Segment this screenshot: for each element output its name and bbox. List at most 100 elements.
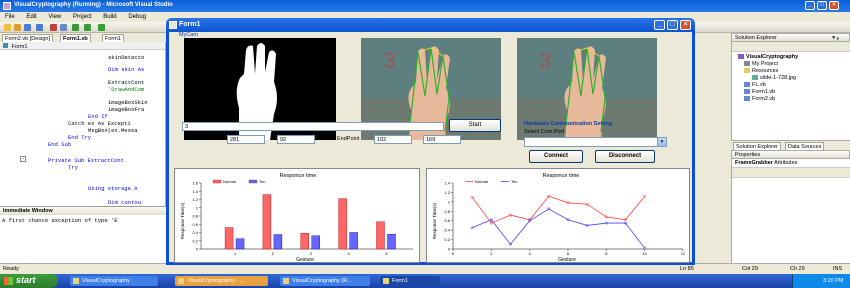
tree-item-form1[interactable]: Form1.vb [744, 89, 775, 95]
collapse-icon[interactable]: - [20, 156, 26, 162]
form-file-icon [744, 96, 750, 102]
save-icon[interactable] [24, 24, 31, 31]
hardware-settings-title: Hardware Communication Setting [524, 121, 613, 127]
menu-debug[interactable]: Debug [123, 12, 151, 20]
tree-item-my-project[interactable]: My Project [744, 61, 778, 67]
end-y-field[interactable]: 169 [423, 135, 461, 144]
code-class-dropdown[interactable]: Form1 [0, 42, 165, 50]
tree-item-image[interactable]: slide-1-728.jpg [752, 75, 796, 81]
maximize-icon[interactable]: □ [667, 20, 678, 30]
end-point-label: EndPoint [337, 136, 360, 142]
minimize-icon[interactable]: _ [805, 1, 815, 10]
bar [273, 234, 283, 250]
new-project-icon[interactable] [4, 24, 11, 31]
x-tick-label: 2 [272, 251, 275, 256]
menu-build[interactable]: Build [98, 12, 121, 20]
y-tick-label: 1.2 [192, 197, 198, 202]
code-line: Private Sub ExtractCont [48, 157, 124, 164]
windows-logo-icon [4, 277, 13, 285]
properties-icon [744, 61, 750, 67]
code-line: ExtractCont [108, 79, 145, 86]
code-line: End Sub [48, 141, 72, 148]
menu-file[interactable]: File [0, 12, 20, 20]
y-tick-label: 1 [196, 205, 199, 210]
immediate-window[interactable]: A first chance exception of type 'E [0, 215, 166, 263]
tree-item-form2[interactable]: Form2.vb [744, 96, 775, 102]
tab-form2-design[interactable]: Form2.vb [Design] [2, 34, 53, 42]
y-tick-label: 0.2 [192, 238, 198, 243]
project-icon [738, 54, 744, 60]
redo-icon[interactable] [84, 24, 91, 31]
taskbar-button[interactable]: VisualCryptography - ... [175, 276, 268, 286]
undo-icon[interactable] [72, 24, 79, 31]
connect-button[interactable]: Connect [529, 150, 583, 163]
tab-form1-vb[interactable]: Form1.vb [60, 34, 91, 42]
start-button[interactable]: Start [449, 119, 501, 132]
com-port-select[interactable]: ▼ [524, 137, 667, 147]
form1-window: Form1 _ □ × MyCam 3 3 3 Start StartPoint… [166, 18, 695, 265]
y-axis-label: Response Time(s) [180, 202, 185, 239]
minimize-icon[interactable]: _ [654, 20, 665, 30]
tree-item-resources[interactable]: Resources [744, 68, 778, 74]
properties-object-selector[interactable]: FrameGrabber Attributes [732, 159, 850, 168]
line-chart: Responce time Gesture Response Time(s) N… [432, 173, 686, 263]
y-tick-label: 0 [448, 247, 451, 252]
disconnect-button[interactable]: Disconnect [595, 150, 655, 163]
tree-item-solution[interactable]: VisualCryptography [738, 54, 798, 60]
taskbar-button[interactable]: Form1 [380, 276, 440, 286]
code-line: imageBoxSkin [108, 99, 148, 106]
chart-title: Responce time [543, 173, 580, 179]
open-icon[interactable] [14, 24, 21, 31]
start-y-field[interactable]: 92 [277, 135, 315, 144]
legend-label: Ten [259, 179, 265, 184]
copy-icon[interactable] [60, 24, 67, 31]
end-x-field[interactable]: 102 [374, 135, 412, 144]
close-icon[interactable]: × [680, 20, 691, 30]
save-all-icon[interactable] [36, 24, 43, 31]
svg-text:3: 3 [539, 48, 551, 73]
code-line: Try [68, 164, 78, 171]
maximize-icon[interactable]: □ [817, 1, 827, 10]
status-ins: INS [833, 266, 843, 272]
x-tick-label: 1 [234, 251, 237, 256]
y-tick-label: 0 [196, 247, 199, 252]
editor-side-strip [695, 33, 731, 263]
x-tick-label: 2 [490, 251, 493, 256]
data-point [643, 194, 647, 198]
taskbar: start VisualCryptography VisualCryptogra… [0, 274, 850, 288]
immediate-text: A first chance exception of type 'E [2, 217, 118, 224]
solution-toolbar [732, 42, 850, 52]
start-x-field[interactable]: 281 [227, 135, 265, 144]
menu-edit[interactable]: Edit [21, 12, 41, 20]
chart-title: Responce time [280, 173, 317, 179]
y-axis-label: Response Time(s) [432, 202, 437, 239]
solution-explorer: VisualCryptography My Project Resources … [731, 42, 850, 140]
code-editor[interactable]: Form1 skinDetecto Dim skin As ExtractCon… [0, 42, 166, 206]
chevron-down-icon: ▼ [657, 138, 666, 146]
tab-form1[interactable]: Form1 [102, 34, 124, 42]
svg-text:3: 3 [383, 48, 395, 73]
gesture-count-input[interactable]: 3 [182, 122, 444, 131]
code-line: skinDetecto [108, 54, 145, 61]
menu-project[interactable]: Project [68, 12, 97, 20]
bar [262, 194, 272, 250]
code-line: 'DrawAndCom [108, 86, 145, 93]
ide-title-bar: VisualCryptography (Running) - Microsoft… [0, 0, 850, 12]
start-button[interactable]: start [0, 274, 58, 288]
x-tick-label: 5 [385, 251, 388, 256]
taskbar-button[interactable]: VisualCryptography (R... [280, 276, 370, 286]
bar [300, 233, 309, 250]
start-debug-icon[interactable] [98, 24, 105, 31]
close-icon[interactable]: × [829, 1, 839, 10]
taskbar-button[interactable]: VisualCryptography [70, 276, 158, 286]
menu-view[interactable]: View [43, 12, 66, 20]
bar [311, 235, 320, 250]
status-ch: Ch 29 [790, 266, 805, 272]
bar [235, 238, 245, 250]
status-ready: Ready [3, 266, 19, 272]
clock: 3:20 PM [823, 278, 844, 284]
cut-icon[interactable] [50, 24, 57, 31]
vb-file-icon [744, 82, 750, 88]
tree-item-fl[interactable]: FL.vb [744, 82, 766, 88]
pin-icon[interactable]: ▾ ᵩ [832, 35, 839, 41]
